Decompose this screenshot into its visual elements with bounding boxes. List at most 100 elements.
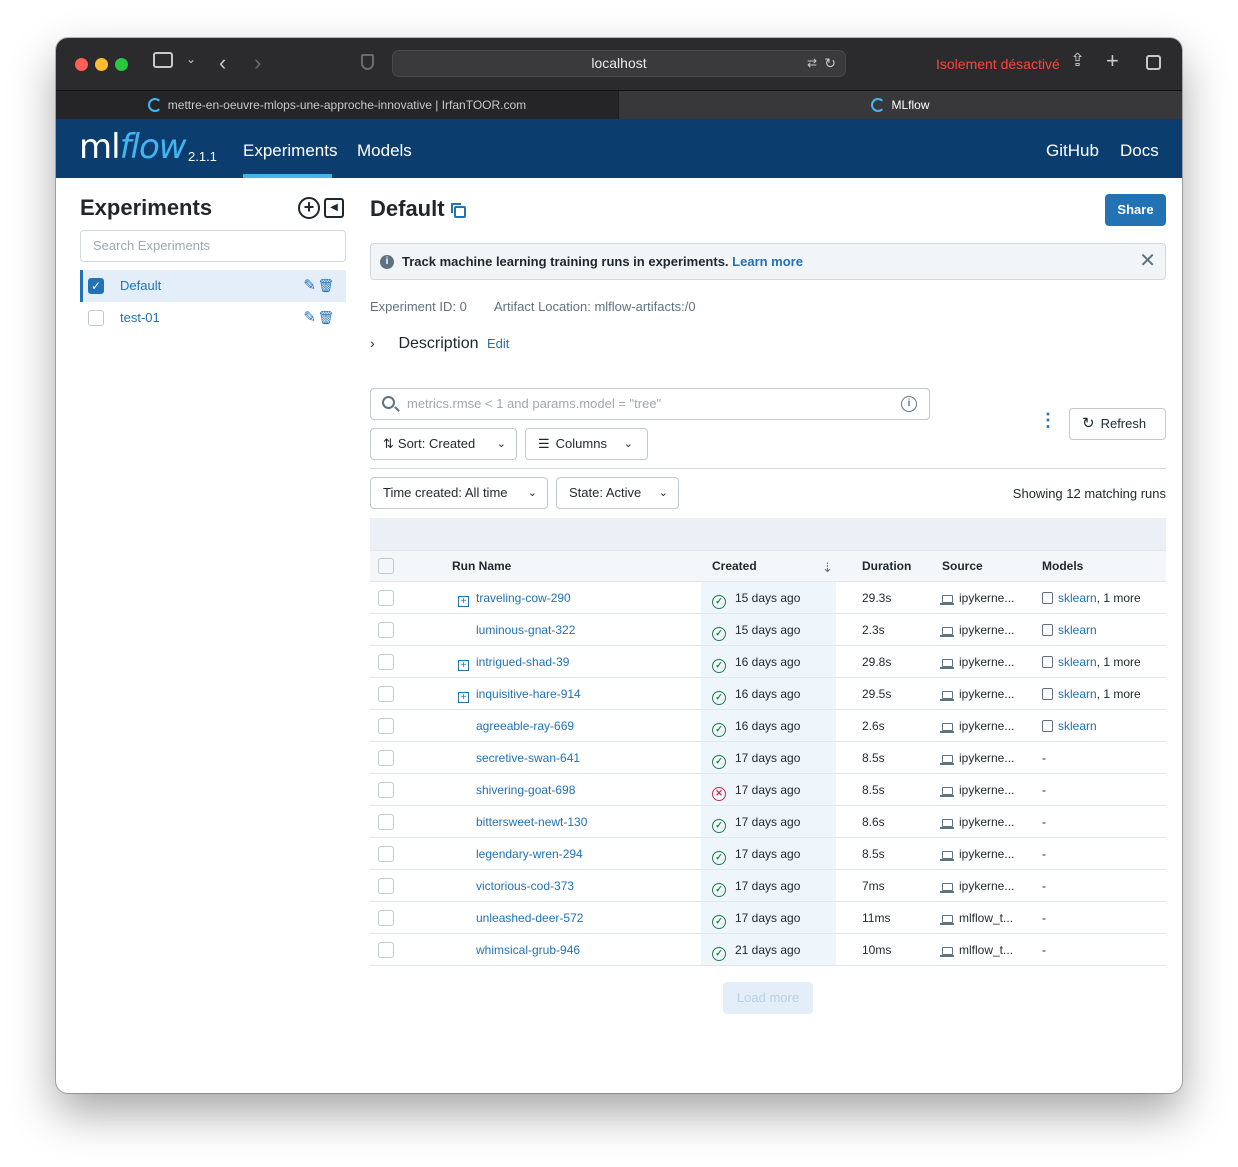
nav-docs[interactable]: Docs <box>1120 141 1159 161</box>
sidebar-item-default[interactable]: ✓ Default ✎ 🗑 <box>80 270 346 302</box>
new-tab-icon[interactable]: + <box>1106 48 1119 74</box>
laptop-icon <box>940 627 954 637</box>
url-bar[interactable]: localhost ⇄ ↻ <box>392 50 846 77</box>
row-checkbox[interactable] <box>378 910 394 926</box>
edit-icon[interactable]: ✎ <box>303 270 316 302</box>
more-options-icon[interactable]: ⋮ <box>1039 411 1057 429</box>
source-text: ipykerne... <box>959 719 1015 733</box>
sort-descending-icon[interactable]: ⇣ <box>822 560 833 576</box>
model-link[interactable]: sklearn <box>1058 687 1097 701</box>
privacy-shield-icon[interactable] <box>361 54 374 70</box>
search-experiments-input[interactable]: Search Experiments <box>80 230 346 262</box>
row-checkbox[interactable] <box>378 782 394 798</box>
row-checkbox[interactable] <box>378 878 394 894</box>
reload-icon[interactable]: ↻ <box>824 51 836 76</box>
experiment-checkbox[interactable]: ✓ <box>88 278 104 294</box>
column-created[interactable]: Created <box>712 551 757 582</box>
model-more[interactable]: , 1 more <box>1097 655 1141 669</box>
expand-icon[interactable]: + <box>458 692 469 703</box>
forward-icon[interactable]: › <box>254 50 261 76</box>
search-runs-input[interactable]: metrics.rmse < 1 and params.model = "tre… <box>370 388 930 420</box>
nav-github[interactable]: GitHub <box>1046 141 1099 161</box>
expand-icon[interactable]: + <box>458 596 469 607</box>
time-created-filter[interactable]: Time created: All time ⌄ <box>370 477 548 509</box>
sidebar-item-test-01[interactable]: test-01 ✎ 🗑 <box>80 302 346 334</box>
translate-icon[interactable]: ⇄ <box>807 51 817 76</box>
row-checkbox[interactable] <box>378 654 394 670</box>
info-icon[interactable]: i <box>901 396 917 412</box>
description-label[interactable]: Description <box>398 335 478 352</box>
browser-tab-mlflow[interactable]: MLflow <box>619 91 1182 120</box>
run-name-link[interactable]: traveling-cow-290 <box>476 582 571 614</box>
run-name-link[interactable]: inquisitive-hare-914 <box>476 678 581 710</box>
model-more[interactable]: , 1 more <box>1097 687 1141 701</box>
sort-dropdown[interactable]: ⇅ Sort: Created ⌄ <box>370 428 517 460</box>
copy-icon[interactable] <box>451 203 466 218</box>
model-more[interactable]: , 1 more <box>1097 591 1141 605</box>
isolation-status[interactable]: Isolement désactivé <box>936 56 1060 72</box>
refresh-button[interactable]: ↻ Refresh <box>1069 408 1166 440</box>
row-checkbox[interactable] <box>378 590 394 606</box>
models-cell: - <box>1042 943 1046 957</box>
sort-label: Sort: Created <box>397 436 476 451</box>
row-checkbox[interactable] <box>378 718 394 734</box>
collapse-sidebar-icon[interactable]: ◀ <box>324 198 344 218</box>
mlflow-logo[interactable]: mlflow <box>79 127 187 167</box>
description-edit-link[interactable]: Edit <box>487 336 509 351</box>
run-name-link[interactable]: intrigued-shad-39 <box>476 646 569 678</box>
close-window-button[interactable] <box>75 58 88 71</box>
row-checkbox[interactable] <box>378 686 394 702</box>
duration-cell: 2.3s <box>862 623 885 637</box>
tab-overview-icon[interactable] <box>1146 55 1161 70</box>
column-source[interactable]: Source <box>942 551 983 582</box>
edit-icon[interactable]: ✎ <box>303 302 316 334</box>
create-experiment-icon[interactable]: + <box>298 197 320 219</box>
model-link[interactable]: sklearn <box>1058 623 1097 637</box>
row-checkbox[interactable] <box>378 846 394 862</box>
learn-more-link[interactable]: Learn more <box>732 254 803 269</box>
nav-models[interactable]: Models <box>357 141 412 161</box>
minimize-window-button[interactable] <box>95 58 108 71</box>
run-name-link[interactable]: whimsical-grub-946 <box>476 934 580 966</box>
expand-icon[interactable]: + <box>458 660 469 671</box>
run-name-link[interactable]: legendary-wren-294 <box>476 838 583 870</box>
run-name-link[interactable]: shivering-goat-698 <box>476 774 575 806</box>
row-checkbox[interactable] <box>378 814 394 830</box>
column-duration[interactable]: Duration <box>862 551 911 582</box>
run-name-link[interactable]: victorious-cod-373 <box>476 870 574 902</box>
chevron-down-icon[interactable]: ⌄ <box>186 52 196 66</box>
run-name-link[interactable]: unleashed-deer-572 <box>476 902 583 934</box>
load-more-button[interactable]: Load more <box>723 982 813 1014</box>
run-name-link[interactable]: agreeable-ray-669 <box>476 710 574 742</box>
experiment-checkbox[interactable] <box>88 310 104 326</box>
row-checkbox[interactable] <box>378 750 394 766</box>
run-name-link[interactable]: luminous-gnat-322 <box>476 614 575 646</box>
back-icon[interactable]: ‹ <box>219 50 226 76</box>
trash-icon[interactable]: 🗑 <box>317 270 334 302</box>
source-text: mlflow_t... <box>959 911 1014 925</box>
trash-icon[interactable]: 🗑 <box>317 302 334 334</box>
column-models[interactable]: Models <box>1042 551 1083 582</box>
run-name-link[interactable]: secretive-swan-641 <box>476 742 580 774</box>
columns-dropdown[interactable]: ☰ Columns ⌄ <box>525 428 648 460</box>
table-row: agreeable-ray-669 ✓ 16 days ago 2.6s ipykern… <box>370 710 1166 742</box>
select-all-checkbox[interactable] <box>378 558 394 574</box>
browser-tab-irfantoor[interactable]: mettre-en-oeuvre-mlops-une-approche-inno… <box>56 91 618 120</box>
source-cell: ipykerne... <box>940 646 1014 678</box>
zoom-window-button[interactable] <box>115 58 128 71</box>
share-page-icon[interactable]: ⇪ <box>1070 50 1085 71</box>
chevron-right-icon[interactable]: › <box>370 335 394 351</box>
nav-experiments[interactable]: Experiments <box>243 141 337 161</box>
model-link[interactable]: sklearn <box>1058 719 1097 733</box>
refresh-icon: ↻ <box>1082 415 1095 432</box>
sidebar-toggle-icon[interactable] <box>153 52 173 68</box>
close-icon[interactable]: ✕ <box>1139 244 1156 279</box>
state-filter[interactable]: State: Active ⌄ <box>556 477 679 509</box>
share-button[interactable]: Share <box>1105 194 1166 226</box>
model-link[interactable]: sklearn <box>1058 591 1097 605</box>
run-name-link[interactable]: bittersweet-newt-130 <box>476 806 587 838</box>
column-run-name[interactable]: Run Name <box>452 551 511 582</box>
row-checkbox[interactable] <box>378 942 394 958</box>
row-checkbox[interactable] <box>378 622 394 638</box>
model-link[interactable]: sklearn <box>1058 655 1097 669</box>
